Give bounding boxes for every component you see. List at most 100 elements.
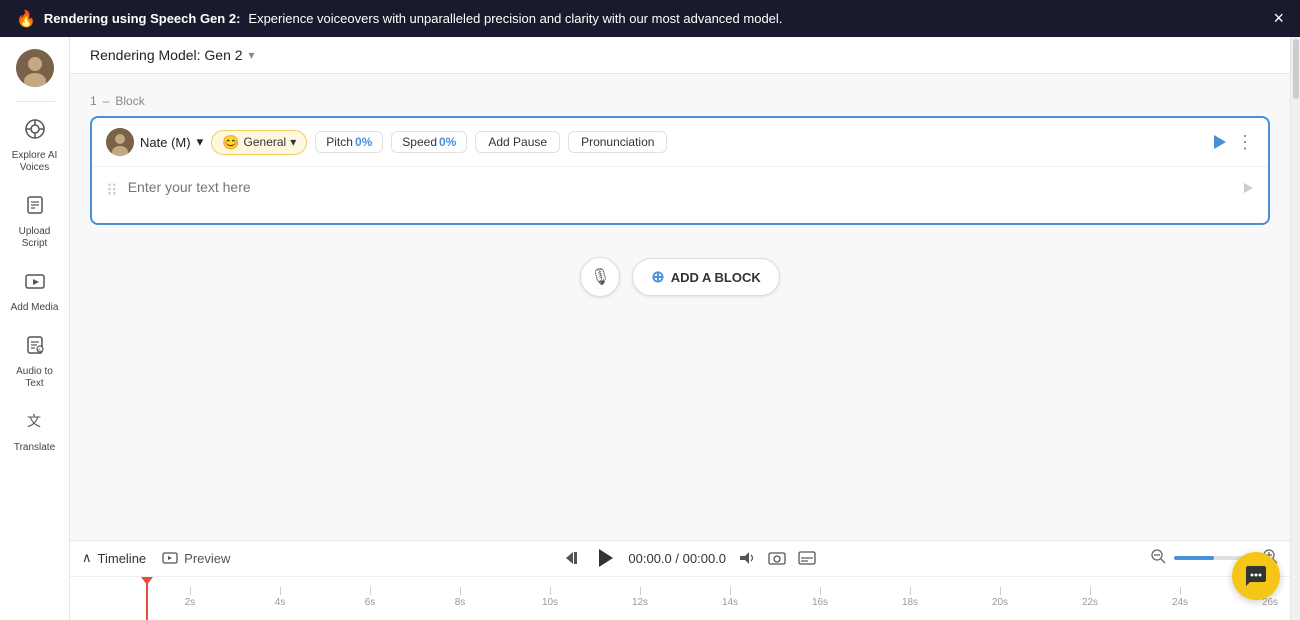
tag-chevron-icon: ▾ xyxy=(290,135,296,149)
block-number: 1 xyxy=(90,94,97,108)
sidebar-divider xyxy=(15,101,55,102)
header-bar: Rendering Model: Gen 2 ▾ xyxy=(70,37,1290,74)
model-selector-button[interactable]: Rendering Model: Gen 2 ▾ xyxy=(90,47,255,63)
preview-label: Preview xyxy=(184,551,230,566)
sidebar: Explore AI Voices Upload Script Add Me xyxy=(0,37,70,620)
block-text-area: ⠿ xyxy=(92,167,1268,223)
model-label: Rendering Model: Gen 2 xyxy=(90,47,243,63)
time-display: 00:00.0 / 00:00.0 xyxy=(628,551,726,566)
ruler-mark: 16s xyxy=(775,587,865,608)
rewind-button[interactable] xyxy=(564,549,582,567)
ruler-mark: 2s xyxy=(145,587,235,608)
add-pause-label: Add Pause xyxy=(488,135,547,149)
block-more-button[interactable]: ⋮ xyxy=(1236,132,1254,153)
audio-to-text-icon: A xyxy=(24,334,46,362)
volume-button[interactable] xyxy=(738,549,756,567)
voice-name: Nate (M) xyxy=(140,135,191,150)
bottom-panel: ∧ Timeline Preview xyxy=(70,540,1290,620)
collapse-icon: ∧ xyxy=(82,550,92,566)
ruler-marks: 2s4s6s8s10s12s14s16s18s20s22s24s26s xyxy=(145,588,1290,608)
voice-selector-button[interactable]: Nate (M) ▾ xyxy=(106,128,203,156)
add-block-button[interactable]: ⊕ ADD A BLOCK xyxy=(632,258,779,296)
top-banner: 🔥 Rendering using Speech Gen 2: Experien… xyxy=(0,0,1300,37)
sidebar-item-explore-ai[interactable]: Explore AI Voices xyxy=(5,110,65,182)
pronunciation-button[interactable]: Pronunciation xyxy=(568,131,667,153)
playback-controls: 00:00.0 / 00:00.0 xyxy=(564,547,816,569)
translate-icon: 文 xyxy=(24,410,46,438)
sidebar-item-upload-script-label: Upload Script xyxy=(11,226,59,250)
ruler-mark: 12s xyxy=(595,587,685,608)
tag-general-button[interactable]: 😊 General ▾ xyxy=(211,130,307,155)
banner-title: Rendering using Speech Gen 2: xyxy=(44,11,240,26)
sidebar-item-add-media-label: Add Media xyxy=(11,302,59,314)
text-input[interactable] xyxy=(128,179,1232,211)
banner-description: Experience voiceovers with unparalleled … xyxy=(248,11,782,26)
ruler-mark: 8s xyxy=(415,587,505,608)
mic-button[interactable]: 🎙 xyxy=(580,257,620,297)
ruler-mark: 24s xyxy=(1135,587,1225,608)
fire-icon: 🔥 xyxy=(16,9,36,29)
ruler-mark: 6s xyxy=(325,587,415,608)
block-type-label: Block xyxy=(115,94,144,108)
svg-text:文: 文 xyxy=(27,413,41,429)
timeline-ruler: 2s4s6s8s10s12s14s16s18s20s22s24s26s xyxy=(70,577,1290,620)
play-pause-button[interactable] xyxy=(594,547,616,569)
banner-close-button[interactable]: × xyxy=(1273,8,1284,29)
mic-icon: 🎙 xyxy=(590,267,610,287)
sidebar-item-upload-script[interactable]: Upload Script xyxy=(5,186,65,258)
time-current: 00:00.0 xyxy=(628,551,671,566)
ruler-mark: 22s xyxy=(1045,587,1135,608)
ruler-mark: 20s xyxy=(955,587,1045,608)
voice-chevron-icon: ▾ xyxy=(197,134,204,150)
content-area: Rendering Model: Gen 2 ▾ 1 – Block xyxy=(70,37,1290,620)
chat-bubble-button[interactable] xyxy=(1232,552,1280,600)
time-separator: / xyxy=(675,551,679,566)
block-card: Nate (M) ▾ 😊 General ▾ Pitch 0% Speed xyxy=(90,116,1270,225)
zoom-out-button[interactable] xyxy=(1150,548,1166,569)
tag-label: General xyxy=(244,135,287,149)
sidebar-item-audio-to-text-label: Audio to Text xyxy=(11,366,59,390)
add-pause-button[interactable]: Add Pause xyxy=(475,131,560,153)
user-avatar[interactable] xyxy=(16,49,54,87)
block-label: 1 – Block xyxy=(90,94,1270,108)
drag-handle-icon[interactable]: ⠿ xyxy=(106,179,118,201)
sidebar-item-translate[interactable]: 文 Translate xyxy=(5,402,65,462)
timeline-label: Timeline xyxy=(98,551,147,566)
ruler-mark: 10s xyxy=(505,587,595,608)
pronunciation-label: Pronunciation xyxy=(581,135,654,149)
add-block-area: 🎙 ⊕ ADD A BLOCK xyxy=(90,241,1270,313)
voice-avatar xyxy=(106,128,134,156)
pitch-label: Pitch xyxy=(326,135,353,149)
subtitle-button[interactable] xyxy=(798,549,816,567)
ruler-mark: 18s xyxy=(865,587,955,608)
explore-ai-icon xyxy=(24,118,46,146)
ruler-mark: 14s xyxy=(685,587,775,608)
block-toolbar: Nate (M) ▾ 😊 General ▾ Pitch 0% Speed xyxy=(92,118,1268,167)
right-scrollbar[interactable] xyxy=(1290,37,1300,620)
timeline-header: ∧ Timeline Preview xyxy=(70,541,1290,577)
preview-tab[interactable]: Preview xyxy=(162,550,230,566)
speed-button[interactable]: Speed 0% xyxy=(391,131,467,153)
tag-emoji: 😊 xyxy=(222,134,239,151)
more-icon: ⋮ xyxy=(1236,132,1254,153)
pitch-button[interactable]: Pitch 0% xyxy=(315,131,383,153)
sidebar-item-audio-to-text[interactable]: A Audio to Text xyxy=(5,326,65,398)
sidebar-item-explore-ai-label: Explore AI Voices xyxy=(11,150,59,174)
add-block-plus-icon: ⊕ xyxy=(651,267,664,287)
speed-value: 0% xyxy=(439,135,456,149)
block-dash: – xyxy=(103,94,110,108)
text-area-play-button[interactable] xyxy=(1242,179,1254,197)
timeline-tab[interactable]: ∧ Timeline xyxy=(82,550,146,566)
camera-button[interactable] xyxy=(768,549,786,567)
sidebar-item-translate-label: Translate xyxy=(14,442,55,454)
time-total: 00:00.0 xyxy=(683,551,726,566)
add-block-label: ADD A BLOCK xyxy=(671,270,761,285)
playhead-triangle xyxy=(141,577,153,585)
playhead xyxy=(146,577,148,620)
sidebar-item-add-media[interactable]: Add Media xyxy=(5,262,65,322)
upload-script-icon xyxy=(24,194,46,222)
block-play-button[interactable] xyxy=(1210,133,1228,151)
speed-label: Speed xyxy=(402,135,437,149)
zoom-bar-fill xyxy=(1174,556,1214,560)
timeline-track: 2s4s6s8s10s12s14s16s18s20s22s24s26s xyxy=(70,577,1290,620)
